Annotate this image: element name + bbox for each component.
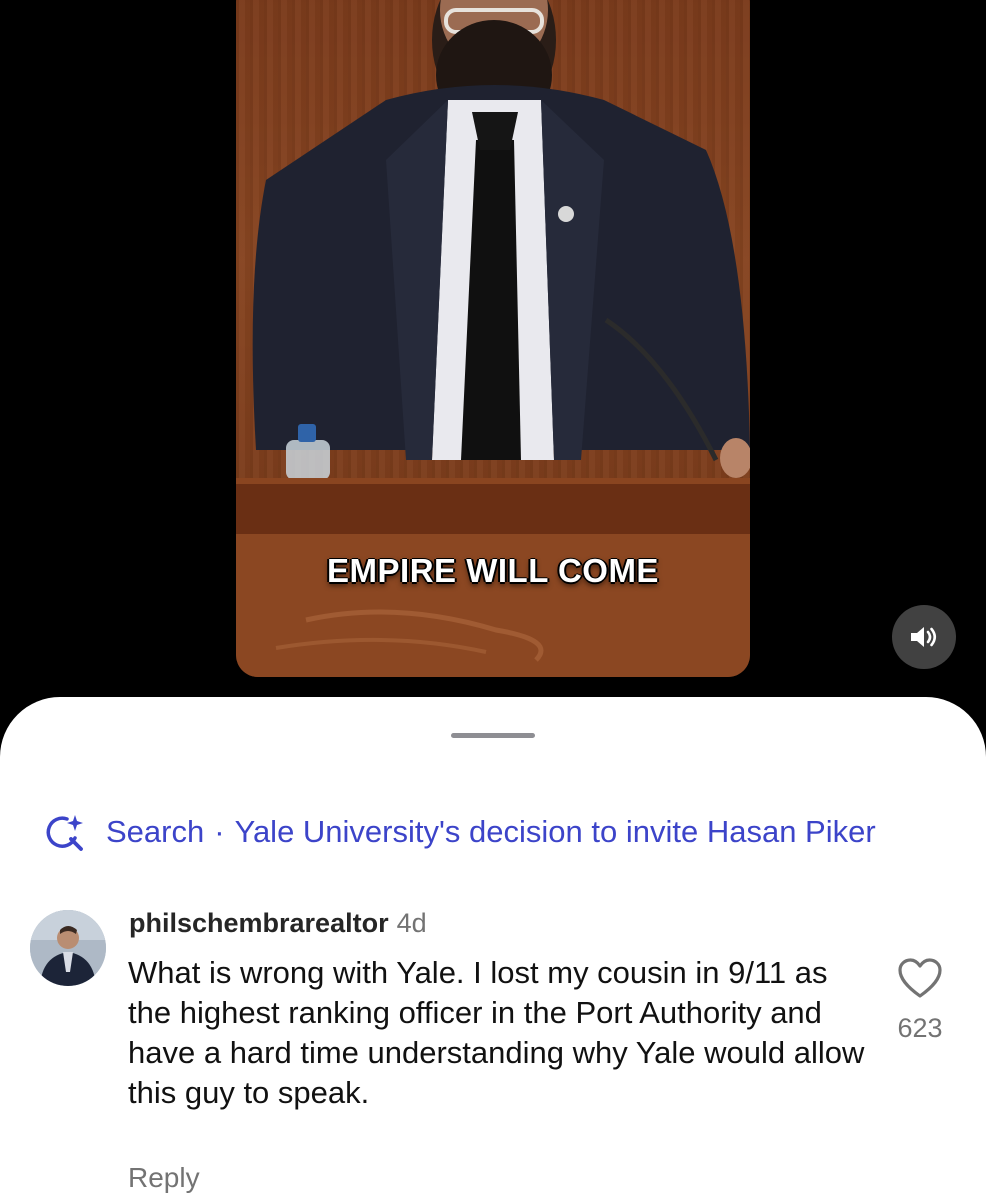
video-frame[interactable]: EMPIRE WILL COME bbox=[236, 0, 750, 677]
mute-toggle-button[interactable] bbox=[892, 605, 956, 669]
avatar-photo bbox=[30, 910, 106, 986]
heart-outline-icon bbox=[898, 958, 942, 998]
reply-button[interactable]: Reply bbox=[128, 1162, 200, 1194]
sheet-grabber-handle[interactable] bbox=[451, 733, 535, 738]
search-separator: · bbox=[214, 814, 225, 849]
comment-item: philschembrarealtor 4d What is wrong with… bbox=[30, 908, 960, 1200]
search-query: Yale University's decision to invite Has… bbox=[234, 814, 876, 849]
search-label: Search bbox=[106, 814, 205, 849]
comment-text: What is wrong with Yale. I lost my cousi… bbox=[128, 955, 865, 1110]
comment-username[interactable]: philschembrarealtor bbox=[129, 908, 389, 938]
comment-timestamp: 4d bbox=[396, 908, 427, 938]
avatar[interactable] bbox=[30, 910, 106, 986]
comment-header: philschembrarealtor 4d bbox=[129, 908, 427, 939]
speaker-on-icon bbox=[911, 627, 937, 647]
ai-search-sparkle-icon bbox=[46, 815, 83, 851]
related-search-link[interactable]: Search · Yale University's decision to i… bbox=[44, 810, 876, 854]
like-count: 623 bbox=[897, 1013, 943, 1043]
video-player[interactable]: EMPIRE WILL COME bbox=[0, 0, 986, 700]
like-button[interactable] bbox=[896, 956, 944, 1000]
video-caption: EMPIRE WILL COME bbox=[327, 552, 659, 589]
comments-sheet: Search · Yale University's decision to i… bbox=[0, 697, 986, 1200]
